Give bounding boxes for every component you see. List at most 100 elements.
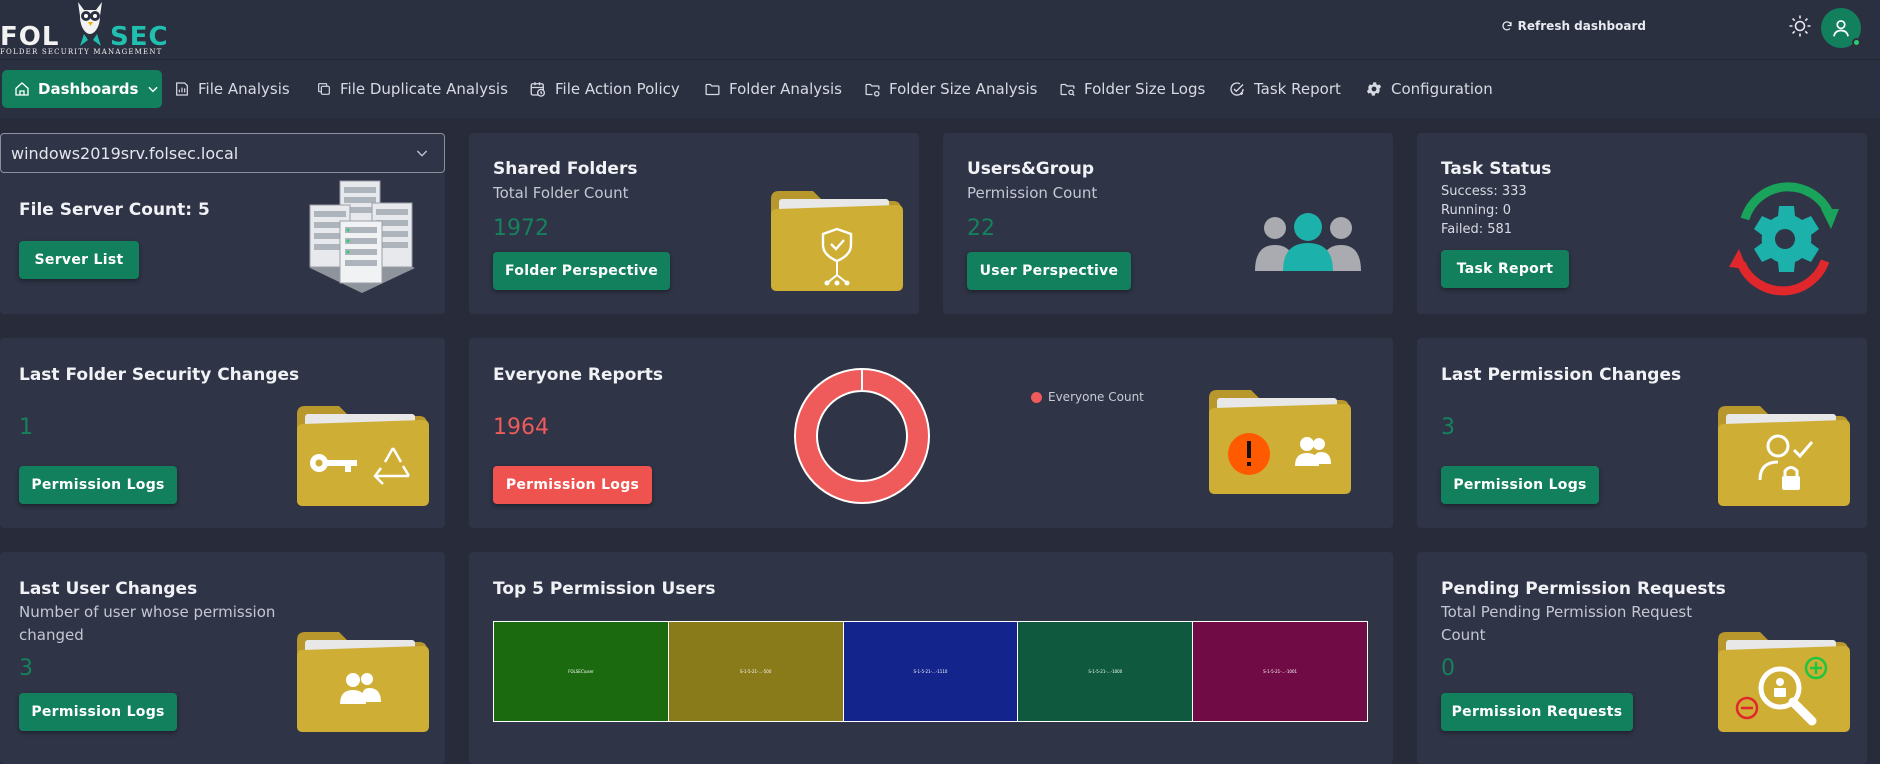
nav-task-report[interactable]: Task Report <box>1228 70 1341 108</box>
folsec-logo[interactable]: FOL SEC FOLDER SECURITY MANAGEMENT <box>0 0 200 58</box>
bar-chart-icon <box>176 82 188 96</box>
nav-configuration[interactable]: Configuration <box>1365 70 1493 108</box>
permission-logs-button[interactable]: Permission Logs <box>19 466 177 504</box>
card-title: Shared Folders <box>493 159 638 179</box>
task-report-button[interactable]: Task Report <box>1441 250 1569 288</box>
folder-icon <box>705 83 720 95</box>
card-title: Pending Permission Requests <box>1441 579 1726 599</box>
task-failed: Failed: 581 <box>1441 222 1513 237</box>
calendar-clock-icon <box>530 82 546 97</box>
gear-icon <box>1366 82 1382 96</box>
chevron-down-icon <box>416 150 428 157</box>
nav-file-action-policy[interactable]: File Action Policy <box>529 70 680 108</box>
users-group-icon <box>1255 213 1361 271</box>
servers-icon <box>309 180 415 293</box>
card-title: Everyone Reports <box>493 365 664 385</box>
nav-label: Folder Size Analysis <box>889 80 1038 98</box>
nav-dashboards[interactable]: Dashboards <box>2 70 162 108</box>
pending-count: 0 <box>1441 656 1455 681</box>
nav-folder-size-logs[interactable]: Folder Size Logs <box>1059 70 1205 108</box>
online-status-dot <box>1852 38 1861 47</box>
legend-label: Everyone Count <box>1048 390 1144 404</box>
treemap-cell[interactable]: S-1-5-21-...-1001 <box>1193 622 1367 721</box>
user-icon <box>1833 20 1849 37</box>
user-avatar[interactable] <box>1821 8 1861 48</box>
users-group-card: Users&Group Permission Count 22 User Per… <box>943 133 1393 314</box>
task-running: Running: 0 <box>1441 203 1512 218</box>
folder-users-icon <box>297 632 429 732</box>
card-title: Last Folder Security Changes <box>19 365 300 385</box>
nav-label: File Action Policy <box>555 80 680 98</box>
nav-label: Task Report <box>1254 80 1341 98</box>
permission-logs-button[interactable]: Permission Logs <box>493 466 652 504</box>
task-check-icon <box>1230 82 1244 96</box>
treemap-cell[interactable]: S-1-5-21-...-500 <box>668 622 843 721</box>
donut-slice-0[interactable] <box>795 369 929 503</box>
nav-label: Folder Analysis <box>729 80 842 98</box>
nav-folder-size-analysis[interactable]: Folder Size Analysis <box>864 70 1037 108</box>
refresh-icon <box>1502 21 1512 31</box>
legend-swatch <box>1031 391 1042 403</box>
chevron-down-icon <box>148 86 159 93</box>
nav-label: File Analysis <box>198 80 290 98</box>
nav-label: Folder Size Logs <box>1084 80 1206 98</box>
folder-search-icon <box>1060 83 1075 96</box>
card-subtitle: Permission Count <box>967 184 1098 202</box>
donut-inner-border <box>816 390 908 482</box>
folder-user-lock-icon <box>1718 406 1850 506</box>
theme-toggle-sun-icon[interactable] <box>1788 14 1812 38</box>
folder-settings-icon <box>865 83 880 97</box>
user-perspective-button[interactable]: User Perspective <box>967 252 1131 290</box>
nav-folder-analysis[interactable]: Folder Analysis <box>704 70 842 108</box>
user-change-count: 3 <box>19 656 33 681</box>
everyone-reports-card: Everyone Reports 1964 Permission Logs <box>469 338 1393 528</box>
card-title: Task Status <box>1441 159 1552 179</box>
card-subtitle: Total Folder Count <box>493 184 629 202</box>
logo-subtitle: FOLDER SECURITY MANAGEMENT <box>0 48 163 56</box>
card-title: Last User Changes <box>19 579 198 599</box>
shared-folder-shield-icon <box>771 191 903 291</box>
nav-label: File Duplicate Analysis <box>340 80 508 98</box>
home-icon <box>15 82 29 96</box>
permission-change-count: 3 <box>1441 415 1455 440</box>
folder-perspective-button[interactable]: Folder Perspective <box>493 252 670 290</box>
nav-file-duplicate-analysis[interactable]: File Duplicate Analysis <box>316 70 508 108</box>
last-folder-security-card: Last Folder Security Changes 1 Permissio… <box>0 338 445 528</box>
treemap-cell[interactable]: S-1-5-21-...-1000 <box>1018 622 1193 721</box>
task-sync-gear-icon <box>1729 182 1839 296</box>
treemap-cell[interactable]: FOLSEC\user <box>494 622 668 721</box>
nav-dashboards-label: Dashboards <box>38 80 139 98</box>
folder-security-count: 1 <box>19 415 33 440</box>
everyone-count: 1964 <box>493 415 549 440</box>
refresh-label: Refresh dashboard <box>1517 19 1646 33</box>
server-select[interactable]: windows2019srv.folsec.local <box>0 133 445 173</box>
card-title: Top 5 Permission Users <box>493 579 716 599</box>
card-subtitle: Number of user whose permission changed <box>19 603 276 644</box>
everyone-donut-chart <box>794 368 930 504</box>
last-permission-changes-card: Last Permission Changes 3 Permission Log… <box>1417 338 1867 528</box>
task-success: Success: 333 <box>1441 184 1527 199</box>
task-status-card: Task Status Success: 333 Running: 0 Fail… <box>1417 133 1867 314</box>
refresh-dashboard-button[interactable]: Refresh dashboard <box>1501 17 1646 35</box>
permission-requests-button[interactable]: Permission Requests <box>1441 693 1633 731</box>
shared-folders-count: 1972 <box>493 216 549 241</box>
permission-logs-button[interactable]: Permission Logs <box>19 693 177 731</box>
server-list-button[interactable]: Server List <box>19 241 139 279</box>
pending-permission-requests-card: Pending Permission Requests Total Pendin… <box>1417 552 1867 764</box>
card-title: Users&Group <box>967 159 1095 179</box>
folder-search-lock-icon <box>1718 632 1850 732</box>
card-title: Last Permission Changes <box>1441 365 1682 385</box>
permission-count: 22 <box>967 216 995 241</box>
folder-key-recycle-icon <box>297 406 429 506</box>
nav-file-analysis[interactable]: File Analysis <box>174 70 290 108</box>
folder-alert-users-icon <box>1209 390 1351 494</box>
card-subtitle: Total Pending Permission Request Count <box>1441 603 1693 644</box>
copy-icon <box>318 83 330 95</box>
donut-legend: Everyone Count <box>1031 390 1144 404</box>
treemap-cell[interactable]: S-1-5-21-...-1110 <box>843 622 1018 721</box>
last-user-changes-card: Last User Changes Number of user whose p… <box>0 552 445 764</box>
top-bar: FOL SEC FOLDER SECURITY MANAGEMENT Refre… <box>0 0 1880 60</box>
nav-label: Configuration <box>1391 80 1493 98</box>
server-select-value: windows2019srv.folsec.local <box>11 143 239 163</box>
permission-logs-button[interactable]: Permission Logs <box>1441 466 1599 504</box>
